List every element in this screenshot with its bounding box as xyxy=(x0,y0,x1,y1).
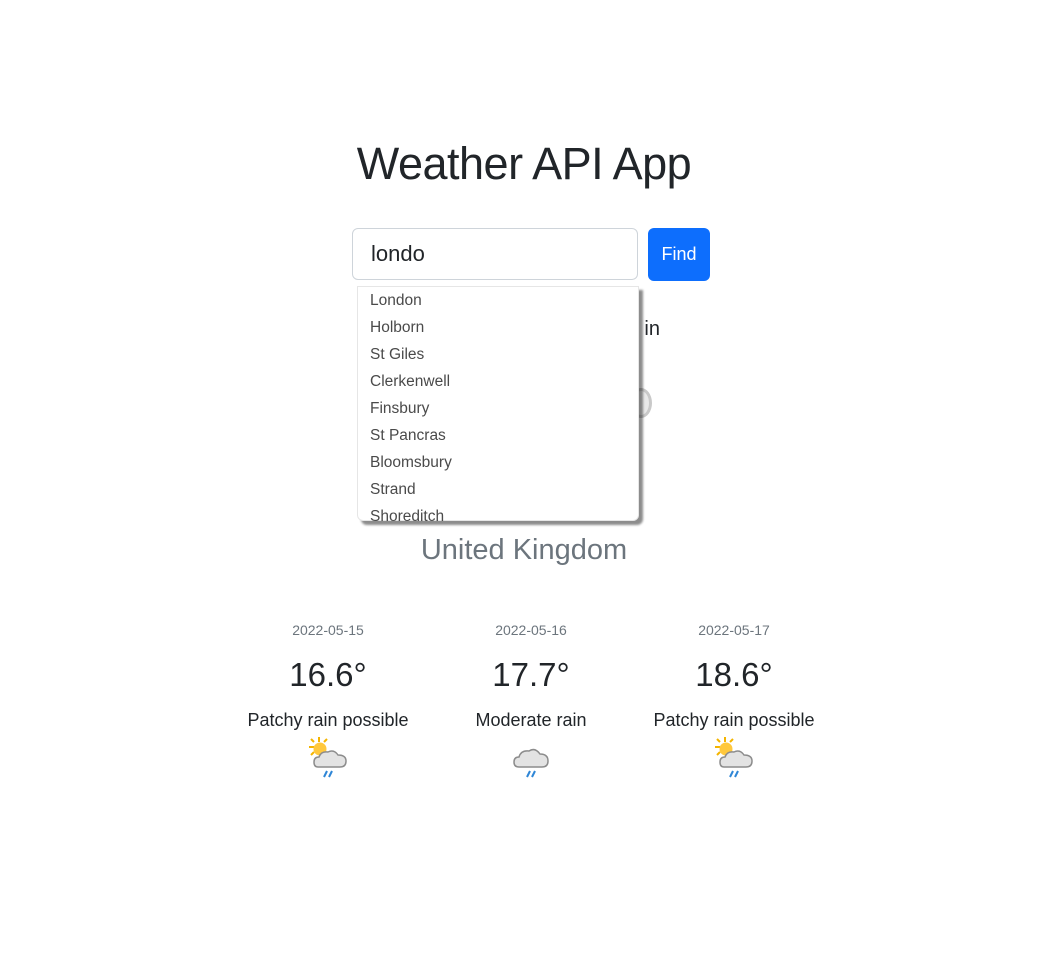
forecast-temperature: 17.7° xyxy=(492,656,570,693)
forecast-day: 2022-05-15 16.6° Patchy rain possible xyxy=(223,622,433,779)
dropdown-option[interactable]: Shoreditch xyxy=(358,503,638,530)
forecast-temperature: 16.6° xyxy=(289,656,367,693)
dropdown-option[interactable]: Clerkenwell xyxy=(358,368,638,395)
forecast-condition: Patchy rain possible xyxy=(247,710,409,730)
search-input[interactable] xyxy=(352,228,638,280)
dropdown-option[interactable]: Strand xyxy=(358,476,638,503)
sun-cloud-rain-icon xyxy=(629,735,839,779)
forecast-date: 2022-05-17 xyxy=(698,622,770,638)
autocomplete-dropdown: London Holborn St Giles Clerkenwell Fins… xyxy=(357,286,639,525)
cloud-rain-icon xyxy=(426,735,636,779)
forecast-condition: Patchy rain possible xyxy=(653,710,815,730)
dropdown-option[interactable]: London xyxy=(358,287,638,314)
forecast-temperature: 18.6° xyxy=(695,656,773,693)
forecast-date: 2022-05-16 xyxy=(495,622,567,638)
find-button[interactable]: Find xyxy=(648,228,710,281)
forecast-date: 2022-05-15 xyxy=(292,622,364,638)
country-label: United Kingdom xyxy=(420,534,628,566)
dropdown-option[interactable]: Holborn xyxy=(358,314,638,341)
dropdown-option[interactable]: St Pancras xyxy=(358,422,638,449)
dropdown-option[interactable]: St Giles xyxy=(358,341,638,368)
dropdown-option[interactable]: Finsbury xyxy=(358,395,638,422)
page-title: Weather API App xyxy=(356,138,692,189)
forecast-day: 2022-05-16 17.7° Moderate rain xyxy=(426,622,636,779)
forecast-day: 2022-05-17 18.6° Patchy rain possible xyxy=(629,622,839,779)
dropdown-option[interactable]: Bloomsbury xyxy=(358,449,638,476)
forecast-condition: Moderate rain xyxy=(475,710,587,730)
sun-cloud-rain-icon xyxy=(223,735,433,779)
